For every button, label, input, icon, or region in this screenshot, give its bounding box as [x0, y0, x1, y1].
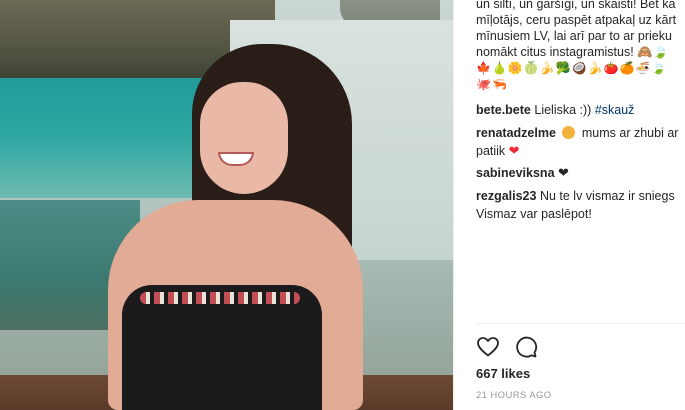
comment-username[interactable]: renatadzelme — [476, 126, 556, 140]
photo-face — [200, 82, 288, 194]
red-heart-icon: ❤ — [508, 143, 520, 158]
comment-text: Nu te lv vismaz ir sniegs — [539, 189, 675, 203]
caption-emoji-line: 🍁🍐🌼🍈🍌🥦🥥🍌🍅🍊🍜🍃 — [476, 61, 668, 75]
black-heart-icon: ❤ — [558, 165, 569, 180]
photo-swimsuit-trim — [140, 292, 300, 304]
caption-line: un siltī, un garšīgi, un skaisti! Bet kā — [476, 0, 676, 11]
comment: sabineviksna ❤ — [476, 164, 685, 182]
heart-outline-icon[interactable] — [476, 335, 500, 359]
post-timestamp: 21 HOURS AGO — [476, 390, 552, 401]
post-actions — [476, 334, 538, 360]
comment-text-continued: Vismaz var paslēpot! — [476, 207, 592, 221]
comment-text: mums ar zhubi ar — [581, 126, 679, 140]
actions-divider — [476, 323, 685, 324]
post-photo[interactable] — [0, 0, 453, 410]
comment: renatadzelme mums ar zhubi ar patiik ❤ — [476, 124, 685, 160]
comment: bete.bete Lieliska :)) #skauž — [476, 101, 685, 119]
caption-line: mīļotājs, ceru paspēt atpakaļ uz kārt — [476, 13, 677, 27]
comment-text-continued: patiik — [476, 144, 506, 158]
comment-username[interactable]: sabineviksna — [476, 166, 555, 180]
comment-text: Lieliska :)) — [534, 103, 592, 117]
caption-line: mīnusiem LV, lai arī par to ar prieku — [476, 29, 672, 43]
caption-line: nomākt citus instagramistus! 🙈🍃 — [476, 45, 669, 59]
comment: rezgalis23 Nu te lv vismaz ir sniegs Vis… — [476, 187, 685, 223]
smiley-face-icon — [562, 126, 576, 139]
speech-bubble-icon[interactable] — [514, 335, 538, 359]
comment-username[interactable]: bete.bete — [476, 103, 531, 117]
comment-username[interactable]: rezgalis23 — [476, 189, 536, 203]
comments-panel: un siltī, un garšīgi, un skaisti! Bet kā… — [454, 0, 685, 410]
post-caption: un siltī, un garšīgi, un skaisti! Bet kā… — [476, 0, 685, 92]
comment-hashtag[interactable]: #skauž — [595, 103, 635, 117]
likes-count[interactable]: 667 likes — [476, 366, 530, 381]
caption-emoji-line: 🐙🦐 — [476, 77, 508, 91]
